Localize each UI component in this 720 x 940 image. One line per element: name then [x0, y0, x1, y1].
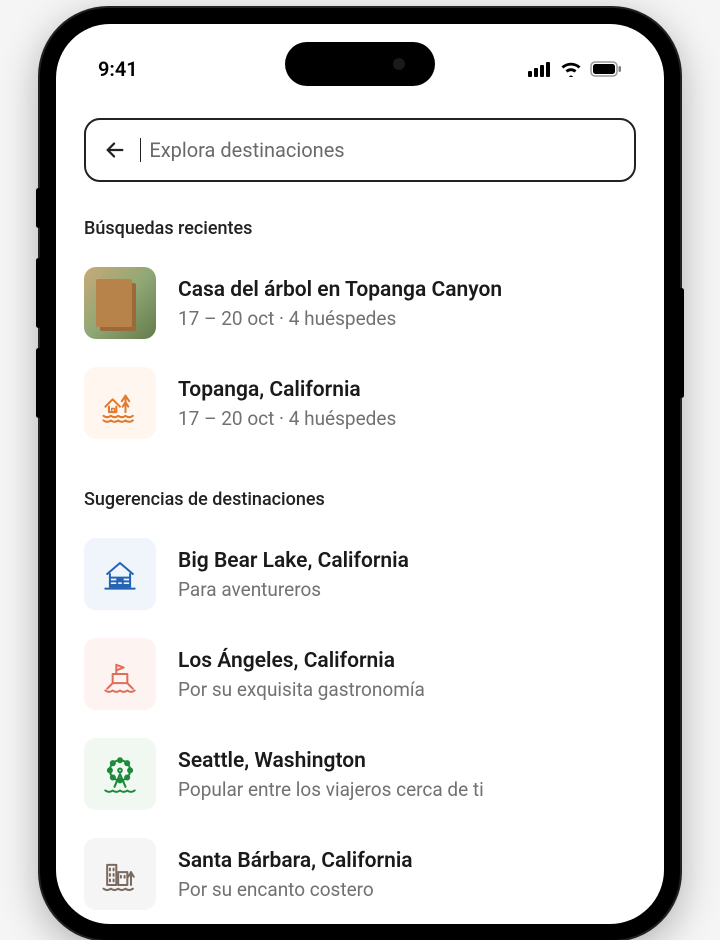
- search-bar[interactable]: [84, 118, 636, 182]
- item-subtitle: 17 – 20 oct · 4 huéspedes: [178, 407, 636, 430]
- text-cursor: [140, 138, 141, 162]
- cabin-lake-icon: [98, 381, 142, 425]
- location-icon-thumb: [84, 367, 156, 439]
- battery-icon: [590, 61, 622, 77]
- back-icon[interactable]: [104, 139, 126, 161]
- status-time: 9:41: [98, 57, 138, 81]
- item-subtitle: 17 – 20 oct · 4 huéspedes: [178, 307, 636, 330]
- recent-item-treehouse[interactable]: Casa del árbol en Topanga Canyon 17 – 20…: [84, 253, 636, 353]
- search-input[interactable]: [149, 138, 616, 162]
- dynamic-island: [285, 42, 435, 86]
- suggestions-section-title: Sugerencias de destinaciones: [84, 489, 636, 510]
- suggestion-item-seattle[interactable]: Seattle, Washington Popular entre los vi…: [84, 724, 636, 824]
- volume-up-button: [36, 258, 41, 328]
- item-title: Casa del árbol en Topanga Canyon: [178, 276, 636, 304]
- item-subtitle: Popular entre los viajeros cerca de ti: [178, 778, 636, 801]
- item-title: Los Ángeles, California: [178, 647, 636, 675]
- recent-item-topanga[interactable]: Topanga, California 17 – 20 oct · 4 hués…: [84, 353, 636, 453]
- location-icon-thumb: [84, 738, 156, 810]
- status-indicators: [528, 61, 622, 77]
- suggestion-item-bigbear[interactable]: Big Bear Lake, California Para aventurer…: [84, 524, 636, 624]
- item-subtitle: Para aventureros: [178, 578, 636, 601]
- wifi-icon: [560, 61, 582, 77]
- item-title: Topanga, California: [178, 376, 636, 404]
- phone-screen: 9:41 Búsquedas recientes Casa del árbol …: [56, 24, 664, 924]
- phone-frame: 9:41 Búsquedas recientes Casa del árbol …: [40, 8, 680, 940]
- suggestion-item-santabarbara[interactable]: Santa Bárbara, California Por su encanto…: [84, 824, 636, 924]
- lifeguard-tower-icon: [98, 652, 142, 696]
- content: Búsquedas recientes Casa del árbol en To…: [56, 90, 664, 924]
- cabin-icon: [98, 552, 142, 596]
- location-icon-thumb: [84, 538, 156, 610]
- item-subtitle: Por su exquisita gastronomía: [178, 678, 636, 701]
- cellular-icon: [528, 61, 552, 77]
- coastal-city-icon: [98, 852, 142, 896]
- location-icon-thumb: [84, 638, 156, 710]
- listing-photo-thumb: [84, 267, 156, 339]
- item-subtitle: Por su encanto costero: [178, 878, 636, 901]
- location-icon-thumb: [84, 838, 156, 910]
- item-title: Santa Bárbara, California: [178, 847, 636, 875]
- ferris-wheel-icon: [98, 752, 142, 796]
- power-button: [679, 288, 684, 398]
- suggestion-item-losangeles[interactable]: Los Ángeles, California Por su exquisita…: [84, 624, 636, 724]
- side-button: [36, 188, 41, 228]
- item-title: Big Bear Lake, California: [178, 547, 636, 575]
- recent-section-title: Búsquedas recientes: [84, 218, 636, 239]
- item-title: Seattle, Washington: [178, 747, 636, 775]
- volume-down-button: [36, 348, 41, 418]
